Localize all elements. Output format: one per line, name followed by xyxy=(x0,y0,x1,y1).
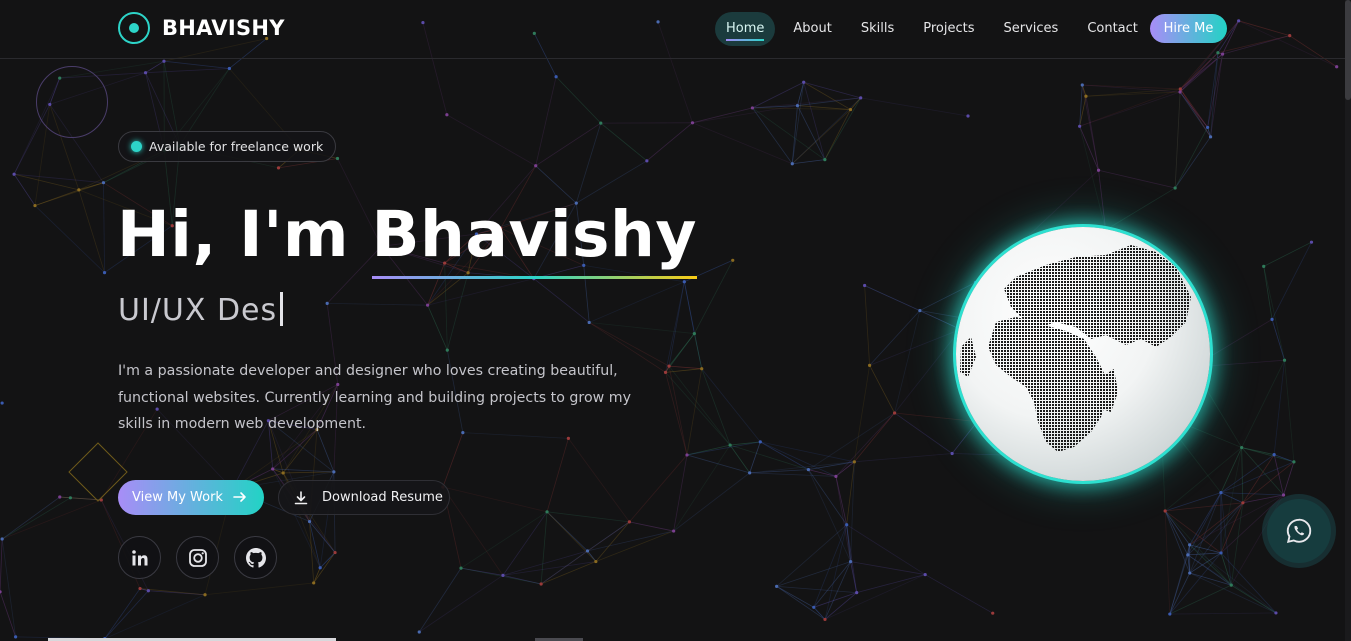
nav-services[interactable]: Services xyxy=(992,12,1069,46)
nav-links: Home About Skills Projects Services Cont… xyxy=(715,12,1156,46)
social-links xyxy=(118,536,292,579)
hero-greeting: Hi, I'm xyxy=(117,198,350,271)
download-resume-button[interactable]: Download Resume xyxy=(278,480,450,515)
brand-name: BHAVISHY xyxy=(162,16,285,40)
hero-role-typewriter: UI/UX Des xyxy=(118,292,284,328)
view-my-work-label: View My Work xyxy=(132,490,223,505)
linkedin-link[interactable] xyxy=(118,536,161,579)
download-icon xyxy=(294,491,308,505)
scrollbar-thumb[interactable] xyxy=(1345,0,1351,100)
linkedin-icon xyxy=(131,549,147,565)
navbar: BHAVISHY Home About Skills Projects Serv… xyxy=(0,0,1351,59)
availability-text: Available for freelance work xyxy=(149,139,324,154)
hero-name: Bhavishy xyxy=(371,198,698,279)
nav-projects[interactable]: Projects xyxy=(912,12,985,46)
nav-about[interactable]: About xyxy=(782,12,842,46)
nav-contact[interactable]: Contact xyxy=(1076,12,1149,46)
hero-title: Hi, I'm Bhavishy xyxy=(117,198,698,279)
continents-map xyxy=(960,245,1191,452)
instagram-link[interactable] xyxy=(176,536,219,579)
github-link[interactable] xyxy=(234,536,277,579)
brand-logo-icon xyxy=(118,12,150,44)
hero-role-text: UI/UX Des xyxy=(118,293,278,328)
availability-badge: Available for freelance work xyxy=(118,131,337,162)
hero-section: Available for freelance work Hi, I'm Bha… xyxy=(0,60,1351,641)
nav-home[interactable]: Home xyxy=(715,12,776,46)
hero-description: I'm a passionate developer and designer … xyxy=(118,363,631,432)
download-resume-label: Download Resume xyxy=(322,490,443,505)
globe-icon xyxy=(956,227,1210,481)
arrow-right-icon xyxy=(233,492,246,502)
instagram-icon xyxy=(188,548,207,567)
brand[interactable]: BHAVISHY xyxy=(118,12,285,44)
view-my-work-button[interactable]: View My Work xyxy=(118,480,264,515)
page-scrollbar[interactable] xyxy=(1345,0,1351,641)
github-icon xyxy=(245,547,266,568)
nav-skills[interactable]: Skills xyxy=(850,12,905,46)
globe-illustration xyxy=(956,227,1210,481)
typing-cursor xyxy=(280,292,284,326)
status-dot-icon xyxy=(131,141,142,152)
hire-me-button[interactable]: Hire Me xyxy=(1150,14,1227,43)
